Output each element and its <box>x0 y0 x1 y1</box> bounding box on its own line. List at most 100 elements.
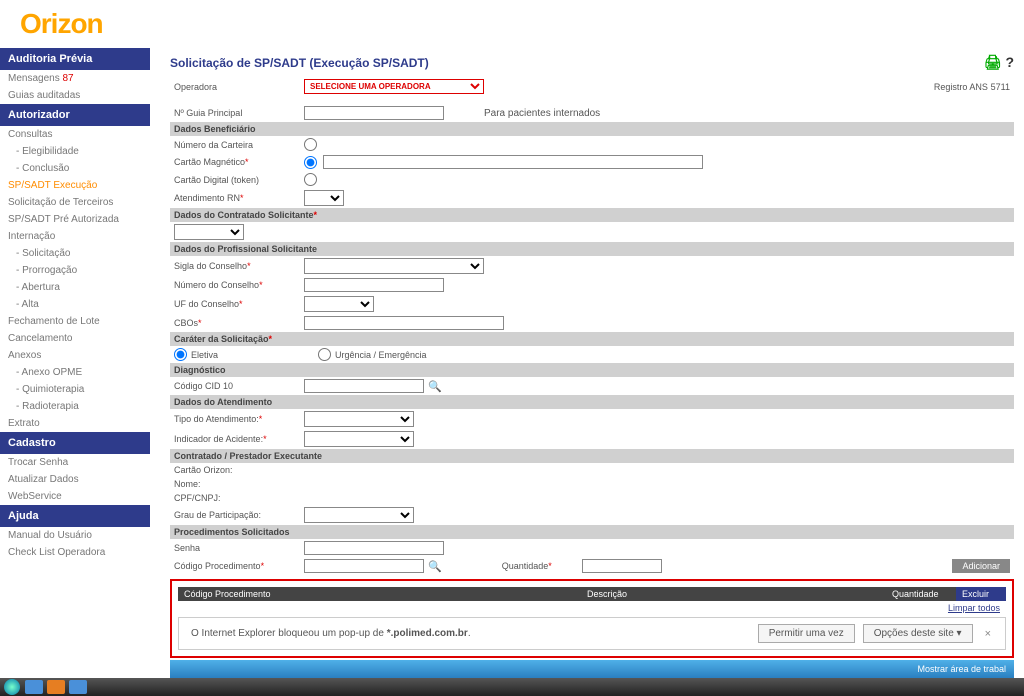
sidebar-item-internacao[interactable]: Internação <box>0 228 150 245</box>
sidebar-item-solicitacao-terceiros[interactable]: Solicitação de Terceiros <box>0 194 150 211</box>
sidebar: Auditoria Prévia Mensagens 87 Guias audi… <box>0 48 150 678</box>
task-icon[interactable] <box>25 680 43 694</box>
grau-participacao-label: Grau de Participação: <box>174 510 304 520</box>
sidebar-item-checklist[interactable]: Check List Operadora <box>0 544 150 561</box>
th-excluir: Excluir <box>956 587 1006 601</box>
sidebar-item-consultas[interactable]: Consultas <box>0 126 150 143</box>
section-beneficiario: Dados Beneficiário <box>170 122 1014 136</box>
th-codigo: Código Procedimento <box>178 587 328 601</box>
sidebar-section-cadastro: Cadastro <box>0 432 150 454</box>
sidebar-item-manual[interactable]: Manual do Usuário <box>0 527 150 544</box>
help-icon[interactable]: ? <box>1005 54 1014 70</box>
sidebar-item-mensagens[interactable]: Mensagens 87 <box>0 70 150 87</box>
sidebar-item-int-alta[interactable]: - Alta <box>0 296 150 313</box>
search-icon[interactable]: 🔍 <box>428 380 442 393</box>
senha-input[interactable] <box>304 541 444 555</box>
sigla-conselho-select[interactable] <box>304 258 484 274</box>
th-quantidade: Quantidade <box>886 587 956 601</box>
numero-conselho-input[interactable] <box>304 278 444 292</box>
cbos-label: CBOs <box>174 318 304 328</box>
sidebar-item-trocar-senha[interactable]: Trocar Senha <box>0 454 150 471</box>
codigo-cid-label: Código CID 10 <box>174 381 304 391</box>
popup-blocker-bar: Código Procedimento Descrição Quantidade… <box>170 579 1014 658</box>
sidebar-item-guias-auditadas[interactable]: Guias auditadas <box>0 87 150 104</box>
sidebar-item-label: Mensagens <box>8 73 60 84</box>
operadora-select[interactable]: SELECIONE UMA OPERADORA <box>304 79 484 94</box>
registro-ans-value: 5711 <box>991 82 1010 92</box>
eletiva-radio[interactable] <box>174 348 187 361</box>
codigo-procedimento-input[interactable] <box>304 559 424 573</box>
page-title: Solicitação de SP/SADT (Execução SP/SADT… <box>170 56 429 70</box>
uf-conselho-select[interactable] <box>304 296 374 312</box>
contratado-select[interactable] <box>174 224 244 240</box>
cartao-digital-radio[interactable] <box>304 173 317 186</box>
popup-close-button[interactable]: × <box>977 626 999 642</box>
numero-conselho-label: Número do Conselho <box>174 280 304 290</box>
indicador-acidente-select[interactable] <box>304 431 414 447</box>
adicionar-button[interactable]: Adicionar <box>952 559 1010 573</box>
section-executante: Contratado / Prestador Executante <box>170 449 1014 463</box>
print-icon[interactable]: 🖨 <box>984 54 1002 70</box>
sidebar-item-anexos[interactable]: Anexos <box>0 347 150 364</box>
sidebar-item-elegibilidade[interactable]: - Elegibilidade <box>0 143 150 160</box>
section-procedimentos: Procedimentos Solicitados <box>170 525 1014 539</box>
task-icon[interactable] <box>69 680 87 694</box>
uf-conselho-label: UF do Conselho <box>174 299 304 309</box>
sidebar-item-cancelamento[interactable]: Cancelamento <box>0 330 150 347</box>
cartao-magnetico-input[interactable] <box>323 155 703 169</box>
mensagens-badge: 87 <box>62 73 73 84</box>
sidebar-item-extrato[interactable]: Extrato <box>0 415 150 432</box>
cbos-input[interactable] <box>304 316 504 330</box>
eletiva-label: Eletiva <box>191 350 218 360</box>
brand-logo: Orizon <box>0 0 1024 48</box>
indicador-acidente-label: Indicador de Acidente: <box>174 434 304 444</box>
sidebar-item-quimioterapia[interactable]: - Quimioterapia <box>0 381 150 398</box>
permitir-uma-vez-button[interactable]: Permitir uma vez <box>758 624 855 643</box>
sidebar-item-webservice[interactable]: WebService <box>0 488 150 505</box>
sidebar-section-autorizador: Autorizador <box>0 104 150 126</box>
start-button-icon[interactable] <box>4 679 20 695</box>
sidebar-item-int-abertura[interactable]: - Abertura <box>0 279 150 296</box>
sidebar-item-int-solicitacao[interactable]: - Solicitação <box>0 245 150 262</box>
sidebar-item-conclusao[interactable]: - Conclusão <box>0 160 150 177</box>
urgencia-label: Urgência / Emergência <box>335 350 427 360</box>
codigo-cid-input[interactable] <box>304 379 424 393</box>
cartao-digital-label: Cartão Digital (token) <box>174 175 304 185</box>
quantidade-input[interactable] <box>582 559 662 573</box>
sidebar-item-fechamento-lote[interactable]: Fechamento de Lote <box>0 313 150 330</box>
cartao-magnetico-radio[interactable] <box>304 156 317 169</box>
section-contratado: Dados do Contratado Solicitante <box>170 208 1014 222</box>
senha-label: Senha <box>174 543 304 553</box>
sidebar-item-anexo-opme[interactable]: - Anexo OPME <box>0 364 150 381</box>
sidebar-section-auditoria: Auditoria Prévia <box>0 48 150 70</box>
th-descricao: Descrição <box>328 587 886 601</box>
windows-taskbar[interactable] <box>0 678 1024 696</box>
limpar-todos-link[interactable]: Limpar todos <box>178 601 1006 615</box>
grau-participacao-select[interactable] <box>304 507 414 523</box>
sidebar-item-spsadt-pre[interactable]: SP/SADT Pré Autorizada <box>0 211 150 228</box>
numero-carteira-radio[interactable] <box>304 138 317 151</box>
popup-message: O Internet Explorer bloqueou um pop-up d… <box>185 628 754 639</box>
section-diagnostico: Diagnóstico <box>170 363 1014 377</box>
cartao-magnetico-label: Cartão Magnético <box>174 157 304 167</box>
nome-label: Nome: <box>174 479 304 489</box>
numero-carteira-label: Número da Carteira <box>174 140 304 150</box>
registro-ans-label: Registro ANS <box>934 82 988 92</box>
browser-status-bar: Mostrar área de trabal <box>170 660 1014 678</box>
tipo-atendimento-select[interactable] <box>304 411 414 427</box>
sidebar-item-spsadt-execucao[interactable]: SP/SADT Execução <box>0 177 150 194</box>
guia-principal-input[interactable] <box>304 106 444 120</box>
cpf-cnpj-label: CPF/CNPJ: <box>174 493 304 503</box>
sidebar-section-ajuda: Ajuda <box>0 505 150 527</box>
sidebar-item-atualizar-dados[interactable]: Atualizar Dados <box>0 471 150 488</box>
urgencia-radio[interactable] <box>318 348 331 361</box>
task-icon[interactable] <box>47 680 65 694</box>
search-icon[interactable]: 🔍 <box>428 560 442 573</box>
sidebar-item-radioterapia[interactable]: - Radioterapia <box>0 398 150 415</box>
cartao-orizon-label: Cartão Orizon: <box>174 465 304 475</box>
sidebar-item-int-prorrogacao[interactable]: - Prorrogação <box>0 262 150 279</box>
opcoes-site-button[interactable]: Opções deste site ▾ <box>863 624 973 643</box>
atendimento-rn-label: Atendimento RN <box>174 193 304 203</box>
section-carater: Caráter da Solicitação <box>170 332 1014 346</box>
atendimento-rn-select[interactable] <box>304 190 344 206</box>
